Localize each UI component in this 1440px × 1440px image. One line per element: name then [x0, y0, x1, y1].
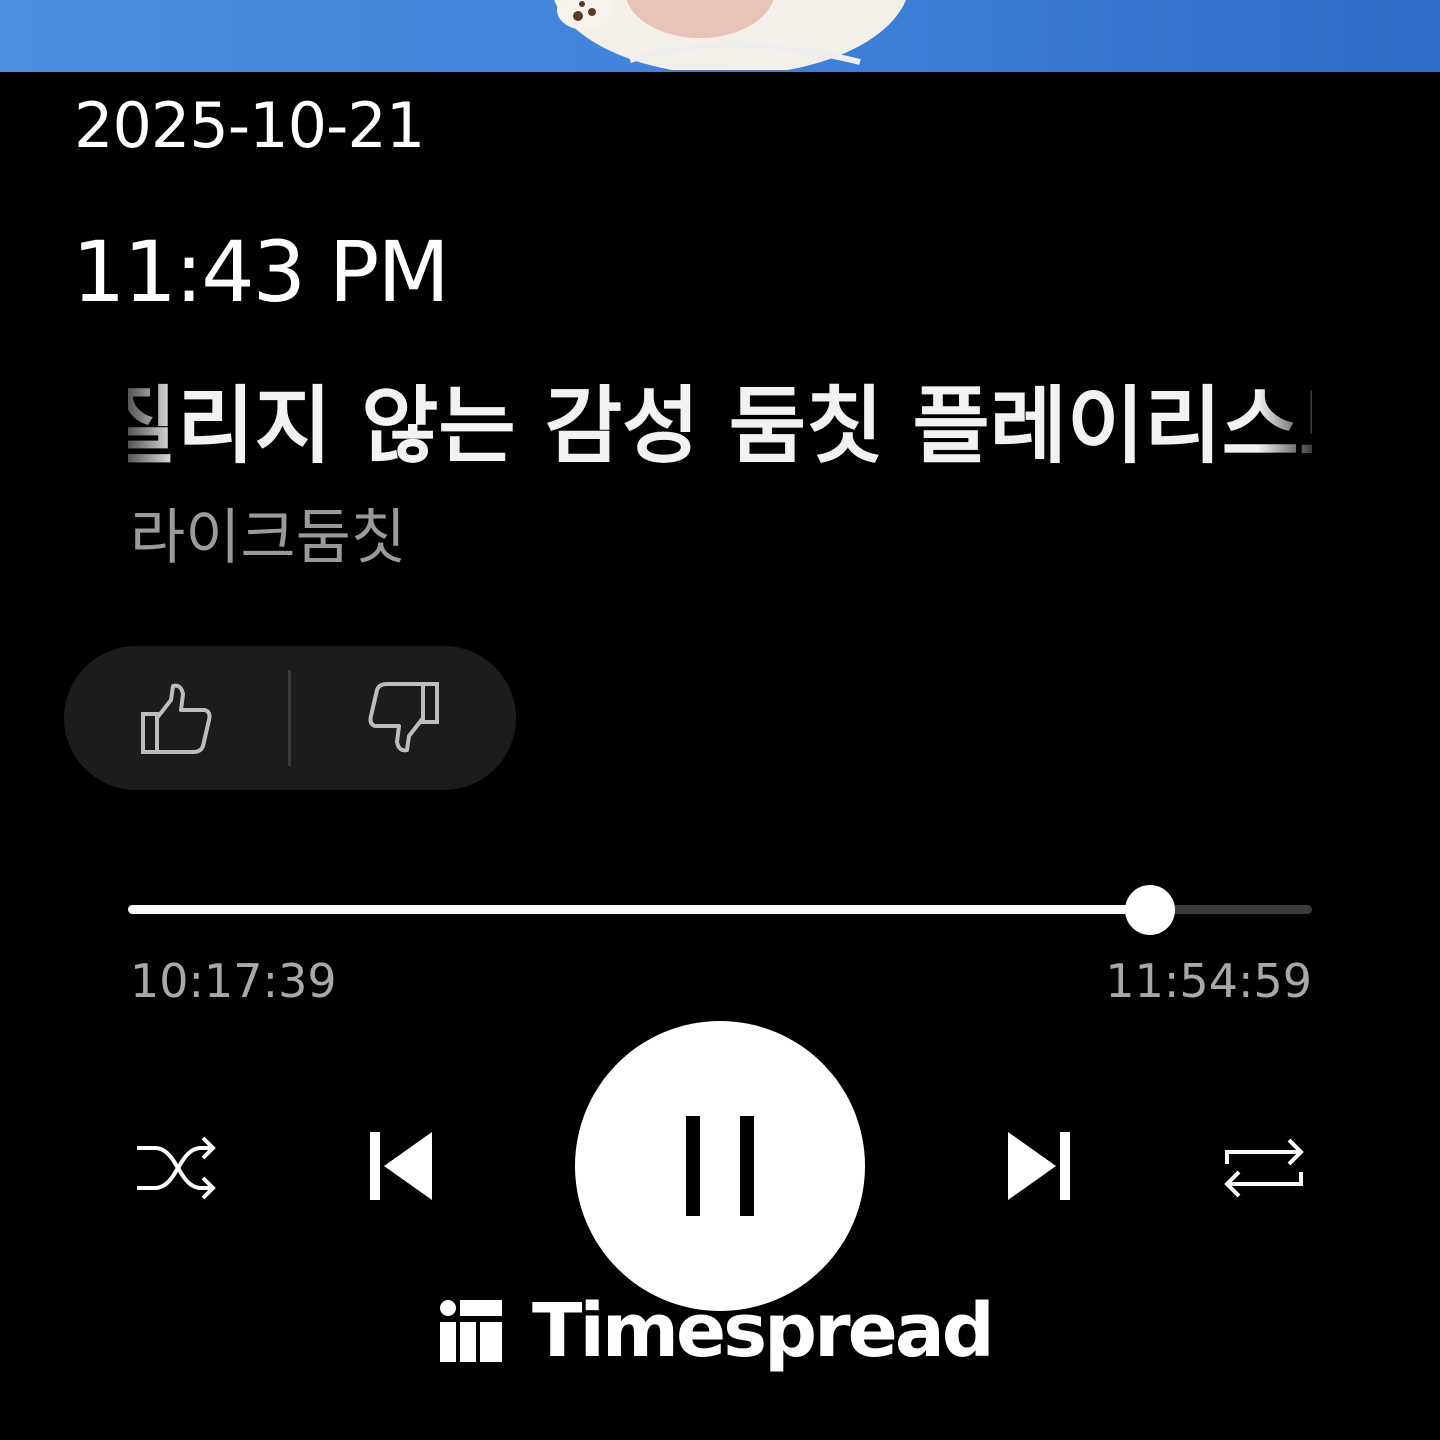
like-button[interactable]	[64, 646, 290, 790]
artist-name[interactable]: 라이크둠칫	[130, 502, 406, 574]
rating-divider	[288, 670, 291, 766]
shuffle-icon	[137, 1136, 216, 1200]
repeat-button[interactable]	[1216, 1120, 1312, 1216]
previous-button[interactable]	[352, 1118, 448, 1214]
next-button[interactable]	[992, 1118, 1088, 1214]
dislike-button[interactable]	[290, 646, 516, 790]
shuffle-button[interactable]	[128, 1120, 224, 1216]
thumbs-down-icon	[368, 682, 439, 753]
track-title: 질리지 않는 감성 둠칫 플레이리스트	[128, 377, 1312, 475]
repeat-icon	[1224, 1138, 1304, 1198]
progress-fill	[128, 905, 1150, 914]
pause-button[interactable]	[575, 1021, 865, 1311]
skip-next-icon	[1008, 1132, 1070, 1200]
total-duration: 11:54:59	[1105, 954, 1312, 1008]
progress-scrubber-handle[interactable]	[1124, 885, 1175, 935]
skip-previous-icon	[370, 1132, 432, 1200]
timespread-logo-icon	[440, 1300, 502, 1362]
timespread-watermark: Timespread	[438, 1288, 995, 1374]
progress-bar[interactable]	[128, 885, 1312, 935]
thumbs-up-icon	[141, 683, 212, 754]
track-title-marquee: 질리지 않는 감성 둠칫 플레이리스트	[128, 374, 1312, 478]
album-art-thumbnail	[554, 0, 906, 70]
current-date: 2025-10-21	[74, 89, 425, 162]
current-time: 11:43 PM	[72, 223, 450, 321]
pause-icon	[686, 1116, 754, 1216]
elapsed-time: 10:17:39	[130, 954, 337, 1008]
watermark-brand: Timespread	[532, 1288, 995, 1374]
top-banner	[0, 0, 1440, 72]
